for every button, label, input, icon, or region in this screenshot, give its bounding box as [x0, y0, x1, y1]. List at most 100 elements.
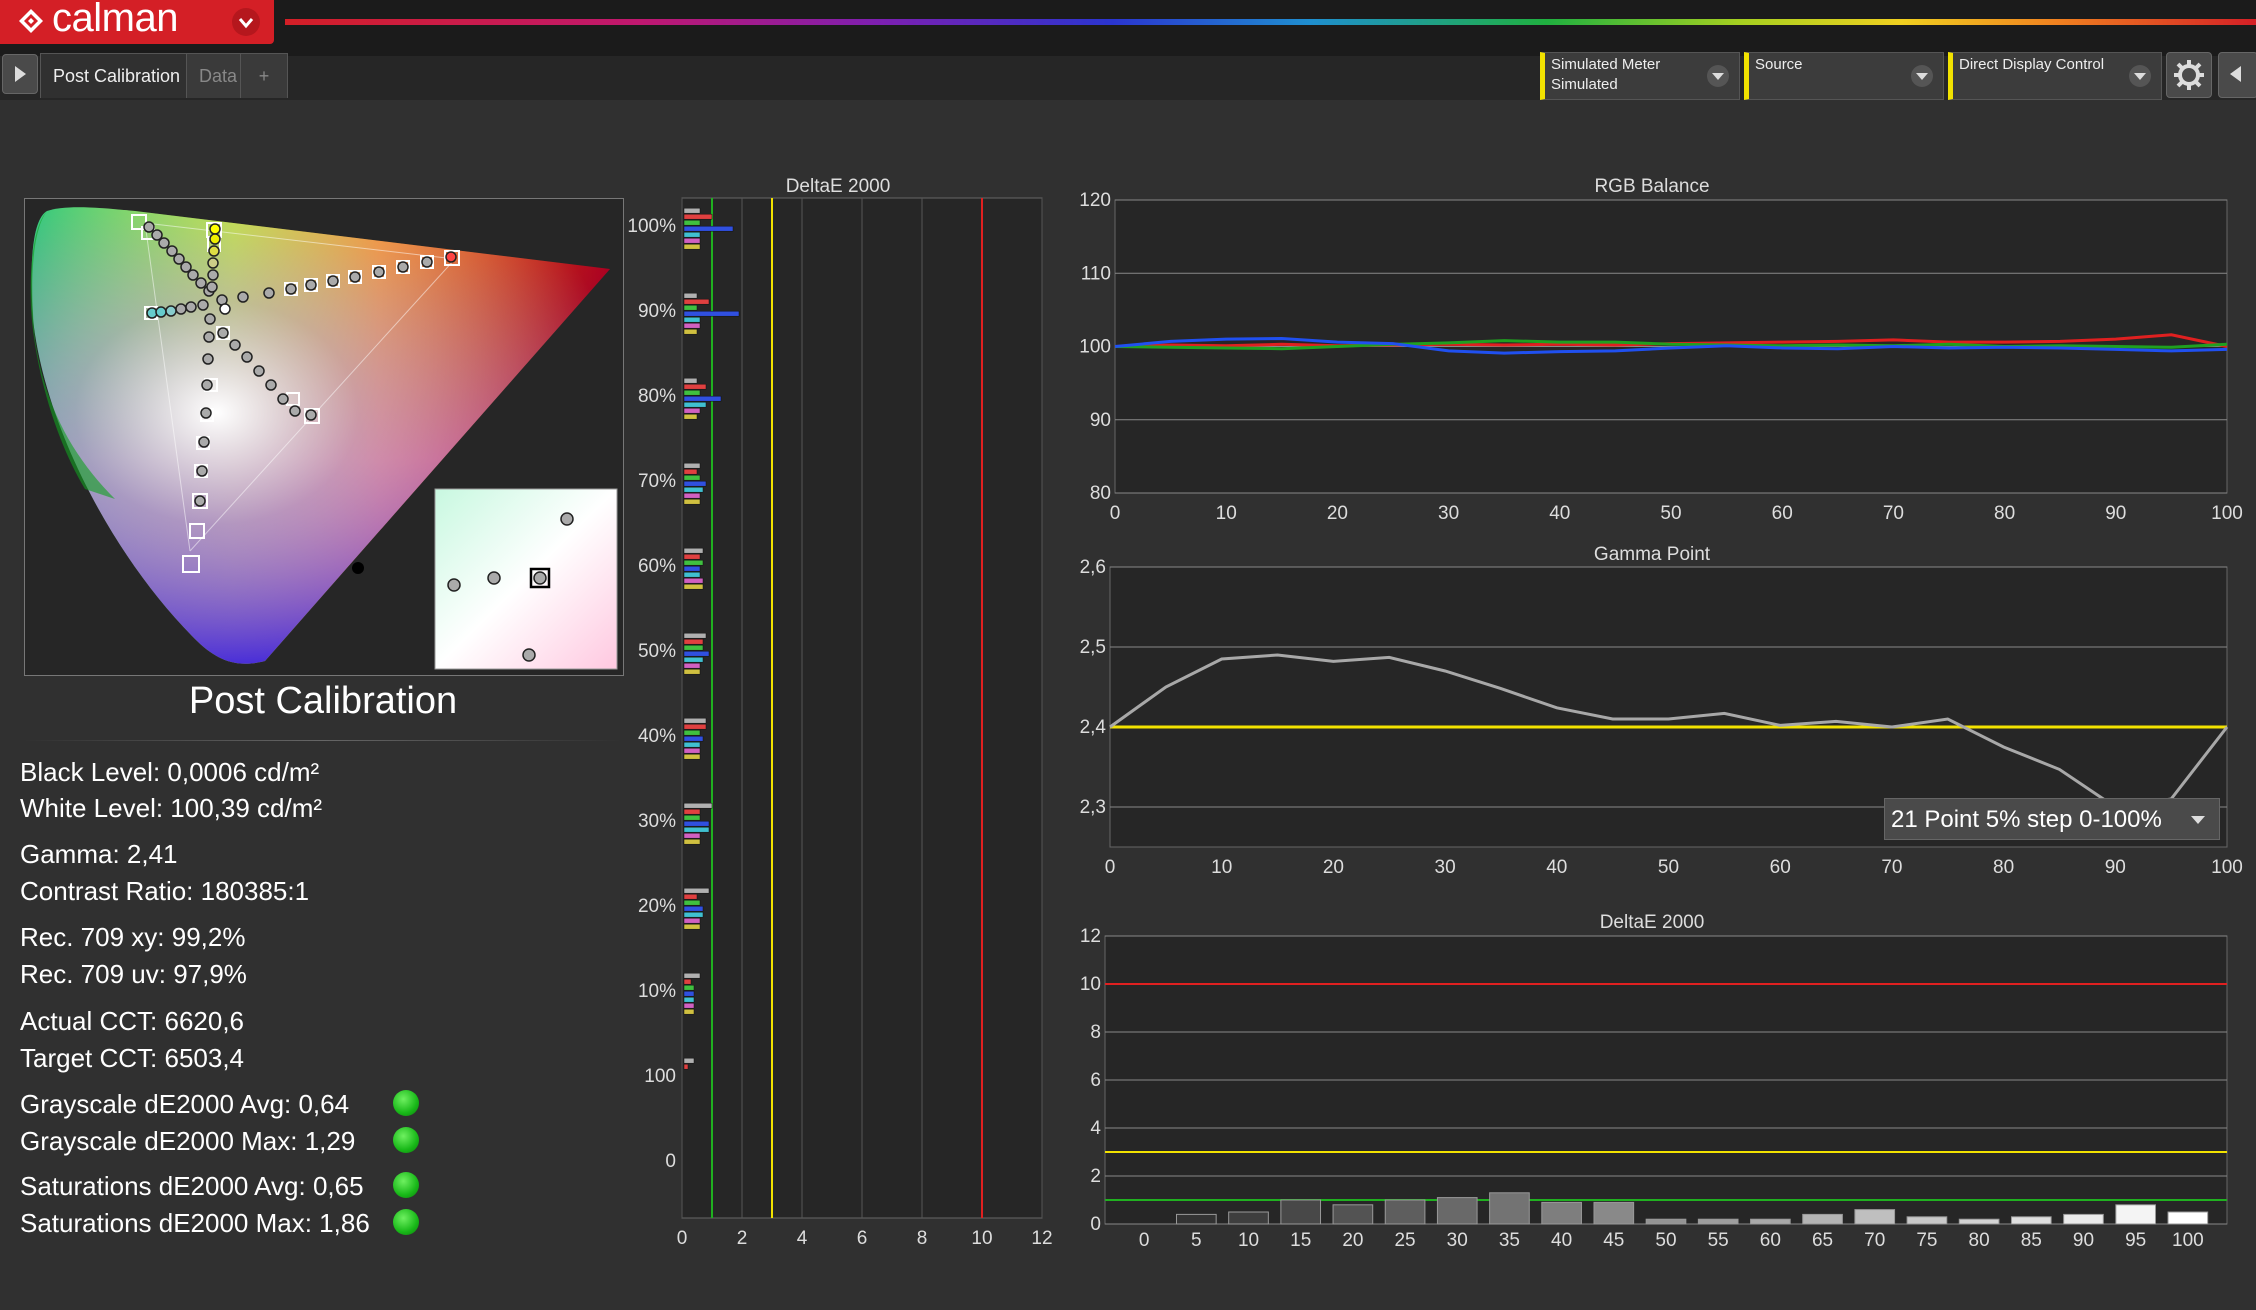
- category-label: 40%: [638, 726, 676, 747]
- deltae-bar: [683, 996, 695, 1003]
- y-tick-label: 2,6: [1080, 557, 1106, 578]
- y-tick-label: 2: [1090, 1166, 1101, 1187]
- y-tick-label: 120: [1079, 190, 1111, 211]
- deltae-bar: [683, 838, 701, 845]
- deltae-bar: [1436, 1197, 1478, 1225]
- x-tick-label: 60: [1770, 857, 1791, 878]
- x-tick-label: 65: [1812, 1230, 1833, 1251]
- deltae-bar: [1541, 1201, 1582, 1225]
- deltae-bar: [683, 923, 701, 930]
- deltae-horizontal-category-labels: 100% 90% 80% 70% 60% 50% 40% 30% 20% 10% 100 0: [627, 216, 676, 1172]
- deltae-horizontal-x-ticks: 0 2 4 6 8 10 12: [677, 1228, 1053, 1249]
- rgb-balance-chart: RGB Balance 80 90 100 110 120 0 10 20 30 40 50 60 70…: [1079, 176, 2243, 524]
- deltae-bar: [683, 808, 701, 815]
- deltae-bar: [683, 310, 740, 317]
- deltae-bar: [683, 480, 707, 487]
- deltae-bar: [683, 407, 701, 414]
- x-tick-label: 15: [1290, 1230, 1311, 1251]
- x-tick-label: 20: [1342, 1230, 1363, 1251]
- deltae-bar: [683, 401, 707, 408]
- y-tick-label: 80: [1090, 483, 1111, 504]
- deltae-bar: [683, 899, 701, 906]
- x-tick-label: 45: [1603, 1230, 1624, 1251]
- x-tick-label: 70: [1864, 1230, 1885, 1251]
- x-tick-label: 90: [2105, 503, 2126, 524]
- deltae-horizontal-title: DeltaE 2000: [786, 176, 891, 197]
- x-tick-label: 5: [1191, 1230, 1202, 1251]
- deltae-bar: [1645, 1218, 1687, 1225]
- x-tick-label: 8: [917, 1228, 928, 1249]
- deltae-bar: [683, 559, 704, 566]
- x-tick-label: 30: [1447, 1230, 1468, 1251]
- deltae-bar: [1802, 1213, 1843, 1225]
- x-tick-label: 95: [2125, 1230, 2146, 1251]
- deltae-bar: [1854, 1209, 1896, 1225]
- deltae-bar: [683, 553, 701, 560]
- deltae-bar: [683, 990, 695, 997]
- x-tick-label: 10: [1216, 503, 1237, 524]
- x-tick-label: 80: [1993, 857, 2014, 878]
- deltae-bar: [683, 383, 707, 390]
- deltae-bar: [1958, 1218, 2000, 1225]
- x-tick-label: 40: [1546, 857, 1567, 878]
- x-tick-label: 0: [1105, 857, 1116, 878]
- x-tick-label: 6: [857, 1228, 868, 1249]
- category-label: 60%: [638, 556, 676, 577]
- deltae-bar: [683, 917, 701, 924]
- x-tick-label: 25: [1394, 1230, 1415, 1251]
- deltae-bar: [683, 292, 698, 299]
- deltae-bar: [683, 644, 704, 651]
- deltae-bar: [1593, 1201, 1635, 1225]
- deltae-bar: [2167, 1211, 2209, 1225]
- x-tick-label: 40: [1549, 503, 1570, 524]
- deltae-bar: [683, 231, 701, 238]
- x-tick-label: 80: [1994, 503, 2015, 524]
- x-tick-label: 40: [1551, 1230, 1572, 1251]
- x-tick-label: 10: [1238, 1230, 1259, 1251]
- x-tick-label: 20: [1323, 857, 1344, 878]
- deltae-bar: [683, 1008, 695, 1015]
- deltae-bar: [683, 972, 701, 979]
- deltae-bar: [683, 462, 701, 469]
- deltae-bar: [683, 1002, 695, 1009]
- category-label: 0: [665, 1151, 676, 1172]
- deltae-bar: [1697, 1218, 1739, 1225]
- rgb-balance-title: RGB Balance: [1594, 176, 1709, 197]
- x-tick-label: 0: [1110, 503, 1121, 524]
- y-tick-label: 90: [1090, 410, 1111, 431]
- deltae-bar: [1332, 1204, 1374, 1225]
- x-tick-label: 12: [1031, 1228, 1052, 1249]
- x-tick-label: 50: [1658, 857, 1679, 878]
- x-tick-label: 50: [1660, 503, 1681, 524]
- deltae-bar: [683, 304, 698, 311]
- deltae-bar: [683, 814, 701, 821]
- y-tick-label: 12: [1080, 926, 1101, 947]
- x-tick-label: 50: [1655, 1230, 1676, 1251]
- deltae-bar: [1384, 1199, 1426, 1225]
- deltae-bar: [1750, 1218, 1791, 1225]
- deltae-bar: [683, 1063, 689, 1070]
- deltae-bar: [683, 820, 710, 827]
- gamma-preset-select[interactable]: 21 Point 5% step 0-100%: [1884, 798, 2220, 840]
- x-tick-label: 10: [1211, 857, 1232, 878]
- x-tick-label: 2: [737, 1228, 748, 1249]
- deltae-bar: [683, 316, 701, 323]
- charts-layer: DeltaE 2000 100% 90% 80% 70% 60% 50% 40% 30% 20%…: [627, 176, 2243, 1251]
- category-label: 10%: [638, 981, 676, 1002]
- deltae-bar: [683, 213, 713, 220]
- category-label: 70%: [638, 471, 676, 492]
- x-tick-label: 0: [1139, 1230, 1150, 1251]
- deltae-bar: [683, 747, 701, 754]
- y-tick-label: 6: [1090, 1070, 1101, 1091]
- x-tick-label: 60: [1760, 1230, 1781, 1251]
- x-tick-label: 70: [1881, 857, 1902, 878]
- deltae-bar: [683, 328, 698, 335]
- x-tick-label: 70: [1883, 503, 1904, 524]
- deltae-bar: [683, 638, 704, 645]
- deltae-bar: [1489, 1192, 1530, 1225]
- x-tick-label: 30: [1435, 857, 1456, 878]
- x-tick-label: 75: [1916, 1230, 1937, 1251]
- deltae-bar: [1228, 1211, 1269, 1225]
- y-tick-label: 2,5: [1080, 637, 1106, 658]
- deltae-bar: [683, 741, 701, 748]
